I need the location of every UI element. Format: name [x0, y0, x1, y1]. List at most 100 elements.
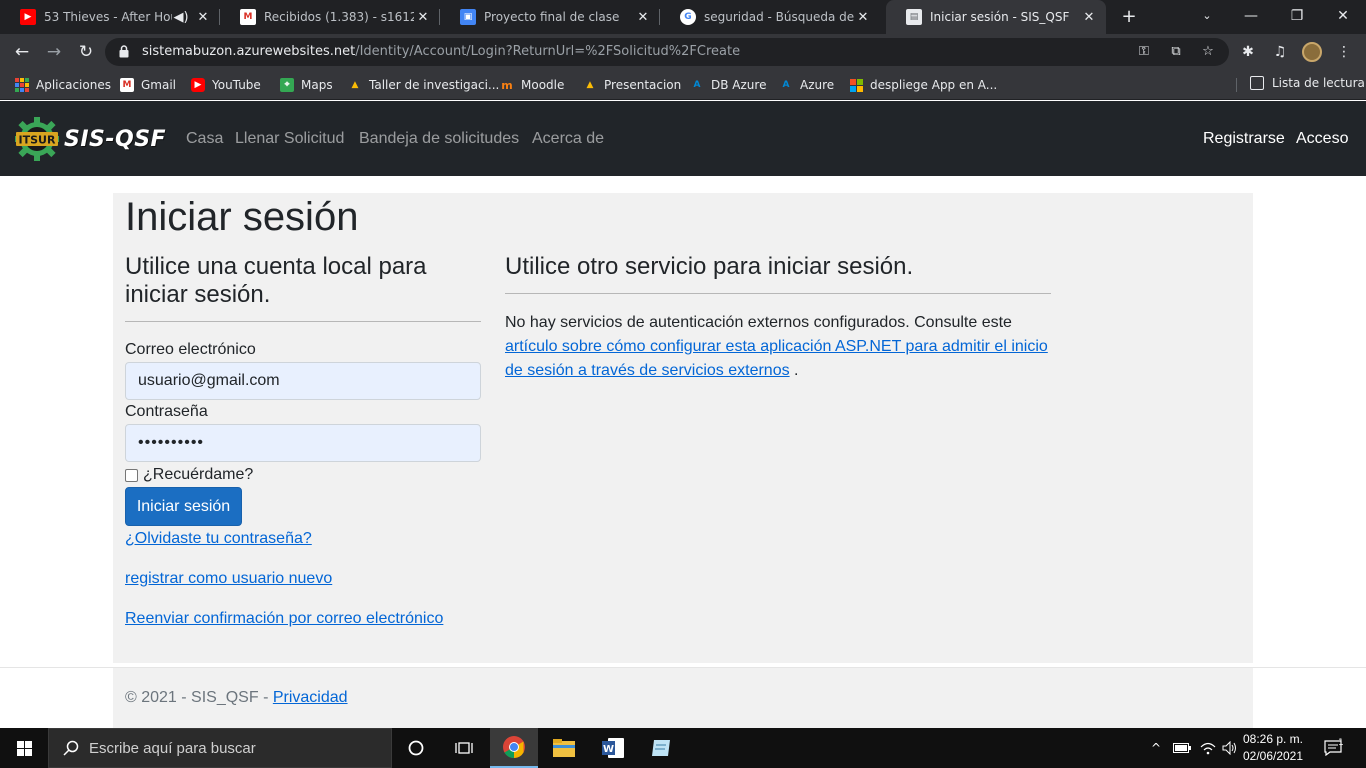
- windows-logo-icon: [16, 740, 32, 756]
- resend-confirmation-link[interactable]: Reenviar confirmación por correo electró…: [125, 610, 443, 628]
- minimize-icon[interactable]: —: [1228, 0, 1274, 34]
- word-icon[interactable]: W: [589, 728, 637, 768]
- tab-title: Proyecto final de clase: [484, 10, 620, 24]
- bookmark-taller[interactable]: ▲ Taller de investigaci...: [348, 76, 500, 94]
- close-tab-icon[interactable]: ✕: [634, 10, 652, 25]
- taskbar-search[interactable]: Escribe aquí para buscar: [48, 728, 392, 768]
- close-tab-icon[interactable]: ✕: [194, 10, 212, 25]
- tab-search-icon[interactable]: ⌄: [1184, 0, 1230, 34]
- search-placeholder: Escribe aquí para buscar: [89, 739, 256, 757]
- nav-casa[interactable]: Casa: [186, 130, 223, 148]
- tab-youtube[interactable]: ▶ 53 Thieves - After Hours ◀) ✕: [0, 0, 220, 34]
- close-window-icon[interactable]: ✕: [1320, 0, 1366, 34]
- nav-acerca-de[interactable]: Acerca de: [532, 130, 604, 148]
- profile-avatar[interactable]: [1302, 42, 1322, 62]
- forward-icon[interactable]: →: [42, 40, 66, 64]
- menu-kebab-icon[interactable]: ⋮: [1334, 42, 1354, 62]
- wifi-icon[interactable]: [1200, 728, 1216, 768]
- bookmark-maps[interactable]: ⌖ Maps: [280, 76, 333, 94]
- address-bar[interactable]: sistemabuzon.azurewebsites.net/Identity/…: [105, 38, 1229, 66]
- close-tab-icon[interactable]: ✕: [1080, 10, 1098, 25]
- tab-classroom[interactable]: ▣ Proyecto final de clase ✕: [440, 0, 660, 34]
- copyright-text: © 2021 - SIS_QSF -: [125, 689, 273, 706]
- login-container: Iniciar sesión Utilice una cuenta local …: [113, 193, 1253, 663]
- tab-google-search[interactable]: G seguridad - Búsqueda de Goo ✕: [660, 0, 880, 34]
- new-tab-button[interactable]: +: [1118, 6, 1140, 28]
- windows-taskbar: Escribe aquí para buscar W ^ 08:26 p. m.…: [0, 728, 1366, 768]
- file-explorer-icon[interactable]: [540, 728, 588, 768]
- tab-gmail[interactable]: M Recibidos (1.383) - s1612027 ✕: [220, 0, 440, 34]
- forgot-password-link[interactable]: ¿Olvidaste tu contraseña?: [125, 530, 312, 548]
- bookmark-azure[interactable]: A Azure: [779, 76, 835, 94]
- chrome-taskbar-icon[interactable]: [490, 728, 538, 768]
- email-field[interactable]: usuario@gmail.com: [125, 362, 481, 400]
- reload-icon[interactable]: ↻: [74, 40, 98, 64]
- tab-title: 53 Thieves - After Hours: [44, 10, 172, 24]
- bookmark-label: Presentacion: [604, 78, 682, 92]
- password-field[interactable]: ••••••••••: [125, 424, 481, 462]
- divider: [505, 293, 1051, 294]
- page-title: Iniciar sesión: [125, 195, 359, 239]
- register-new-user-link[interactable]: registrar como usuario nuevo: [125, 570, 332, 588]
- external-login-heading: Utilice otro servicio para iniciar sesió…: [505, 253, 914, 280]
- start-button[interactable]: [0, 728, 48, 768]
- nav-register[interactable]: Registrarse: [1203, 130, 1285, 148]
- task-view-icon[interactable]: [440, 728, 488, 768]
- tab-login-sis-qsf[interactable]: ▤ Iniciar sesión - SIS_QSF ✕: [886, 0, 1106, 34]
- login-submit-button[interactable]: Iniciar sesión: [125, 487, 242, 526]
- nav-llenar-solicitud[interactable]: Llenar Solicitud: [235, 130, 344, 148]
- taskbar-clock[interactable]: 08:26 p. m. 02/06/2021: [1240, 731, 1306, 765]
- nav-bandeja-solicitudes[interactable]: Bandeja de solicitudes: [359, 130, 519, 148]
- bookmark-label: Taller de investigaci...: [369, 78, 500, 92]
- bookmark-presentacion[interactable]: ▲ Presentacion: [583, 76, 682, 94]
- close-tab-icon[interactable]: ✕: [414, 10, 432, 25]
- bookmark-apps[interactable]: Aplicaciones: [15, 76, 111, 94]
- classroom-icon: ▣: [460, 9, 476, 25]
- reading-list-label: Lista de lectura: [1272, 76, 1365, 90]
- key-icon[interactable]: ⚿: [1135, 43, 1153, 61]
- notifications-icon[interactable]: 1: [1324, 728, 1344, 768]
- bookmark-moodle[interactable]: m Moodle: [500, 76, 564, 94]
- brand-link[interactable]: ITSUR SIS-QSF: [12, 115, 166, 163]
- audio-playing-icon[interactable]: ◀): [172, 10, 190, 25]
- show-hidden-icons-icon[interactable]: ^: [1151, 728, 1161, 768]
- remember-me-checkbox[interactable]: [125, 468, 138, 482]
- back-icon[interactable]: ←: [10, 40, 34, 64]
- url-text: sistemabuzon.azurewebsites.net/Identity/…: [142, 44, 741, 59]
- translate-icon[interactable]: ⧉: [1167, 43, 1185, 61]
- apps-grid-icon: [15, 78, 29, 92]
- bookmark-youtube[interactable]: ▶ YouTube: [191, 76, 261, 94]
- media-control-icon[interactable]: ♫: [1270, 42, 1290, 62]
- bookmark-db-azure[interactable]: A DB Azure: [690, 76, 767, 94]
- svg-text:W: W: [603, 744, 614, 755]
- restore-icon[interactable]: ❐: [1274, 0, 1320, 34]
- svg-text:ITSUR: ITSUR: [19, 134, 56, 147]
- reading-list[interactable]: Lista de lectura: [1250, 76, 1365, 90]
- bookmark-star-icon[interactable]: ☆: [1199, 43, 1217, 61]
- reading-list-icon: [1250, 76, 1264, 90]
- clock-time: 08:26 p. m.: [1242, 732, 1304, 746]
- clock-date: 02/06/2021: [1242, 749, 1304, 763]
- bookmark-label: Gmail: [141, 78, 177, 92]
- external-auth-article-link[interactable]: artículo sobre cómo configurar esta apli…: [505, 338, 1048, 379]
- nav-login[interactable]: Acceso: [1296, 130, 1348, 148]
- gmail-icon: M: [240, 9, 256, 25]
- microsoft-icon: [849, 78, 863, 92]
- battery-icon[interactable]: [1173, 728, 1191, 768]
- drive-icon: ▲: [351, 80, 359, 90]
- moodle-icon: m: [501, 78, 513, 92]
- close-tab-icon[interactable]: ✕: [854, 10, 872, 25]
- azure-icon: A: [693, 80, 701, 90]
- volume-icon[interactable]: [1222, 728, 1238, 768]
- extensions-icon[interactable]: ✱: [1238, 42, 1258, 62]
- cortana-icon[interactable]: [392, 728, 440, 768]
- youtube-icon: ▶: [20, 9, 36, 25]
- lock-icon: [119, 45, 129, 58]
- privacy-link[interactable]: Privacidad: [273, 689, 348, 706]
- bookmark-label: Azure: [800, 78, 835, 92]
- bookmark-despliege[interactable]: despliege App en A...: [849, 76, 997, 94]
- notepad-app-icon[interactable]: [637, 728, 685, 768]
- divider: [125, 321, 481, 322]
- bookmark-label: Moodle: [521, 78, 565, 92]
- bookmark-gmail[interactable]: M Gmail: [120, 76, 176, 94]
